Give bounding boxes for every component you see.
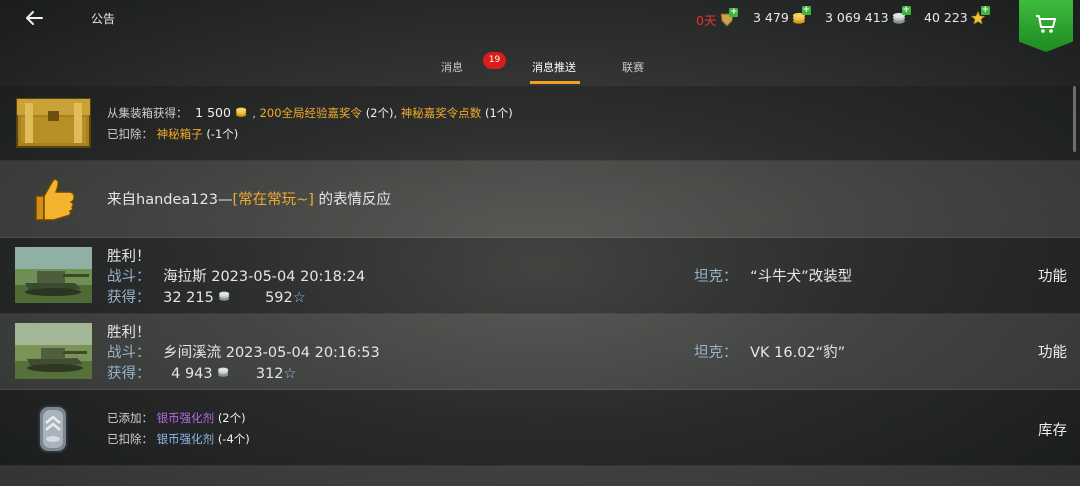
battle-result-title: 胜利！ <box>107 249 151 265</box>
silver-coins-icon <box>218 290 232 306</box>
premium-indicator[interactable]: 0天 + <box>696 7 739 29</box>
active-tab-indicator <box>530 81 580 84</box>
added-item: 银币强化剂 <box>156 411 215 425</box>
tab-league[interactable]: 联赛 <box>622 59 644 75</box>
premium-shield-icon: + <box>719 7 739 27</box>
deducted-item: 银币强化剂 <box>156 432 215 446</box>
premium-days: 0天 <box>696 13 717 28</box>
tank-name: “斗牛犬”改装型 <box>750 269 853 285</box>
xp-star-icon: ☆ <box>283 366 297 382</box>
xp-earned: 592 <box>265 290 293 306</box>
shop-button[interactable] <box>1019 0 1073 52</box>
battle-details-button[interactable]: 功能 <box>1038 341 1067 362</box>
top-bar: 公告 0天 + 3 479 + 3 069 413 + 40 223 + <box>0 0 1080 52</box>
credits-earned: 32 215 <box>163 290 214 306</box>
gold-reward-amount: 1 500 <box>195 105 231 120</box>
xp-order-count: (2个) <box>365 106 394 120</box>
inventory-button[interactable]: 库存 <box>1038 419 1067 440</box>
earned-label: 获得： <box>107 290 151 306</box>
tab-push-notifications[interactable]: 消息推送 <box>532 59 576 75</box>
list-item-partial[interactable] <box>0 466 1080 486</box>
deducted-line: 已扣除： 银币强化剂 (-4个) <box>107 431 250 447</box>
battle-label: 战斗： <box>107 345 151 361</box>
tank-label: 坦克： <box>694 345 738 361</box>
tank-label: 坦克： <box>694 269 738 285</box>
tank-name: VK 16.02“豹” <box>750 345 846 361</box>
free-xp-amount: 40 223 <box>924 10 968 25</box>
crate-contents-line: 从集装箱获得： 1 500 , 200全局经验嘉奖令 (2个), 神秘嘉奖令点数… <box>107 105 513 121</box>
tank-thumbnail-image <box>15 323 92 379</box>
earned-label: 获得： <box>107 366 151 382</box>
battle-info-line: 战斗： 海拉斯 2023-05-04 20:18:24 <box>107 265 365 286</box>
back-arrow-icon[interactable] <box>22 6 46 30</box>
gold-amount: 3 479 <box>753 10 789 25</box>
silver-coins-icon: + <box>892 5 911 25</box>
battle-details-button[interactable]: 功能 <box>1038 265 1067 286</box>
free-xp-balance[interactable]: 40 223 + <box>924 5 990 25</box>
xp-star-icon: ☆ <box>292 290 306 306</box>
tab-messages[interactable]: 消息 <box>441 59 463 75</box>
battle-result-title: 胜利！ <box>107 325 151 341</box>
deducted-label: 已扣除： <box>107 432 153 446</box>
list-item-crate-reward[interactable]: 从集装箱获得： 1 500 , 200全局经验嘉奖令 (2个), 神秘嘉奖令点数… <box>0 86 1080 161</box>
gold-balance[interactable]: 3 479 + <box>753 5 811 25</box>
reaction-sender: 来自handea123— <box>107 192 233 208</box>
list-item-battle-result[interactable]: 胜利！ 战斗： 海拉斯 2023-05-04 20:18:24 获得： 32 2… <box>0 238 1080 314</box>
list-item-battle-result[interactable]: 胜利！ 战斗： 乡间溪流 2023-05-04 20:16:53 获得： 4 9… <box>0 314 1080 390</box>
battle-map-datetime: 海拉斯 2023-05-04 20:18:24 <box>163 269 366 285</box>
crate-deducted-line: 已扣除： 神秘箱子 (-1个) <box>107 126 238 142</box>
tank-info: 坦克： “斗牛犬”改装型 <box>694 265 852 286</box>
added-count: (2个) <box>217 411 246 425</box>
messages-count-badge: 19 <box>483 52 506 69</box>
battle-info-line: 战斗： 乡间溪流 2023-05-04 20:16:53 <box>107 341 380 362</box>
thumbs-up-icon <box>28 174 78 224</box>
deducted-count: (-4个) <box>217 432 250 446</box>
page-title: 公告 <box>91 12 116 26</box>
list-item-consumable[interactable]: 已添加： 银币强化剂 (2个) 已扣除： 银币强化剂 (-4个) 库存 <box>0 390 1080 466</box>
xp-order-reward: 200全局经验嘉奖令 <box>259 106 363 120</box>
tank-thumbnail-image <box>15 247 92 303</box>
reaction-message: 来自handea123—[常在常玩~] 的表情反应 <box>107 188 391 209</box>
credits-amount: 3 069 413 <box>825 10 889 25</box>
booster-icon-partial <box>35 477 71 486</box>
credits-earned: 4 943 <box>171 366 213 382</box>
deducted-label: 已扣除： <box>107 127 153 141</box>
separator: , <box>252 106 256 120</box>
deducted-count: (-1个) <box>206 127 239 141</box>
gold-coins-icon <box>235 106 249 121</box>
added-label: 已添加： <box>107 411 153 425</box>
gold-coins-icon: + <box>792 5 811 25</box>
mystery-points-count: (1个) <box>484 106 513 120</box>
reaction-clan-tag[interactable]: [常在常玩~] <box>232 192 313 208</box>
mystery-points-reward: 神秘嘉奖令点数 <box>400 106 482 120</box>
gold-crate-icon <box>15 95 92 151</box>
credits-balance[interactable]: 3 069 413 + <box>825 5 911 25</box>
reaction-suffix: 的表情反应 <box>313 192 392 208</box>
free-xp-star-icon: + <box>970 5 990 25</box>
earnings-line: 获得： 32 215 592☆ <box>107 286 306 307</box>
crate-source-label: 从集装箱获得： <box>107 106 188 120</box>
separator: , <box>393 106 398 120</box>
deducted-item: 神秘箱子 <box>156 127 203 141</box>
silver-coins-icon <box>217 366 231 382</box>
list-item-reaction[interactable]: 来自handea123—[常在常玩~] 的表情反应 <box>0 161 1080 238</box>
credit-booster-icon <box>35 403 71 455</box>
xp-earned: 312 <box>255 366 284 382</box>
tank-info: 坦克： VK 16.02“豹” <box>694 341 845 362</box>
added-line: 已添加： 银币强化剂 (2个) <box>107 410 246 426</box>
battle-map-datetime: 乡间溪流 2023-05-04 20:16:53 <box>163 345 380 361</box>
earnings-line: 获得： 4 943 312☆ <box>107 362 297 383</box>
list-scrollbar[interactable] <box>1073 86 1076 152</box>
shopping-cart-icon <box>1035 14 1057 38</box>
battle-label: 战斗： <box>107 269 151 285</box>
